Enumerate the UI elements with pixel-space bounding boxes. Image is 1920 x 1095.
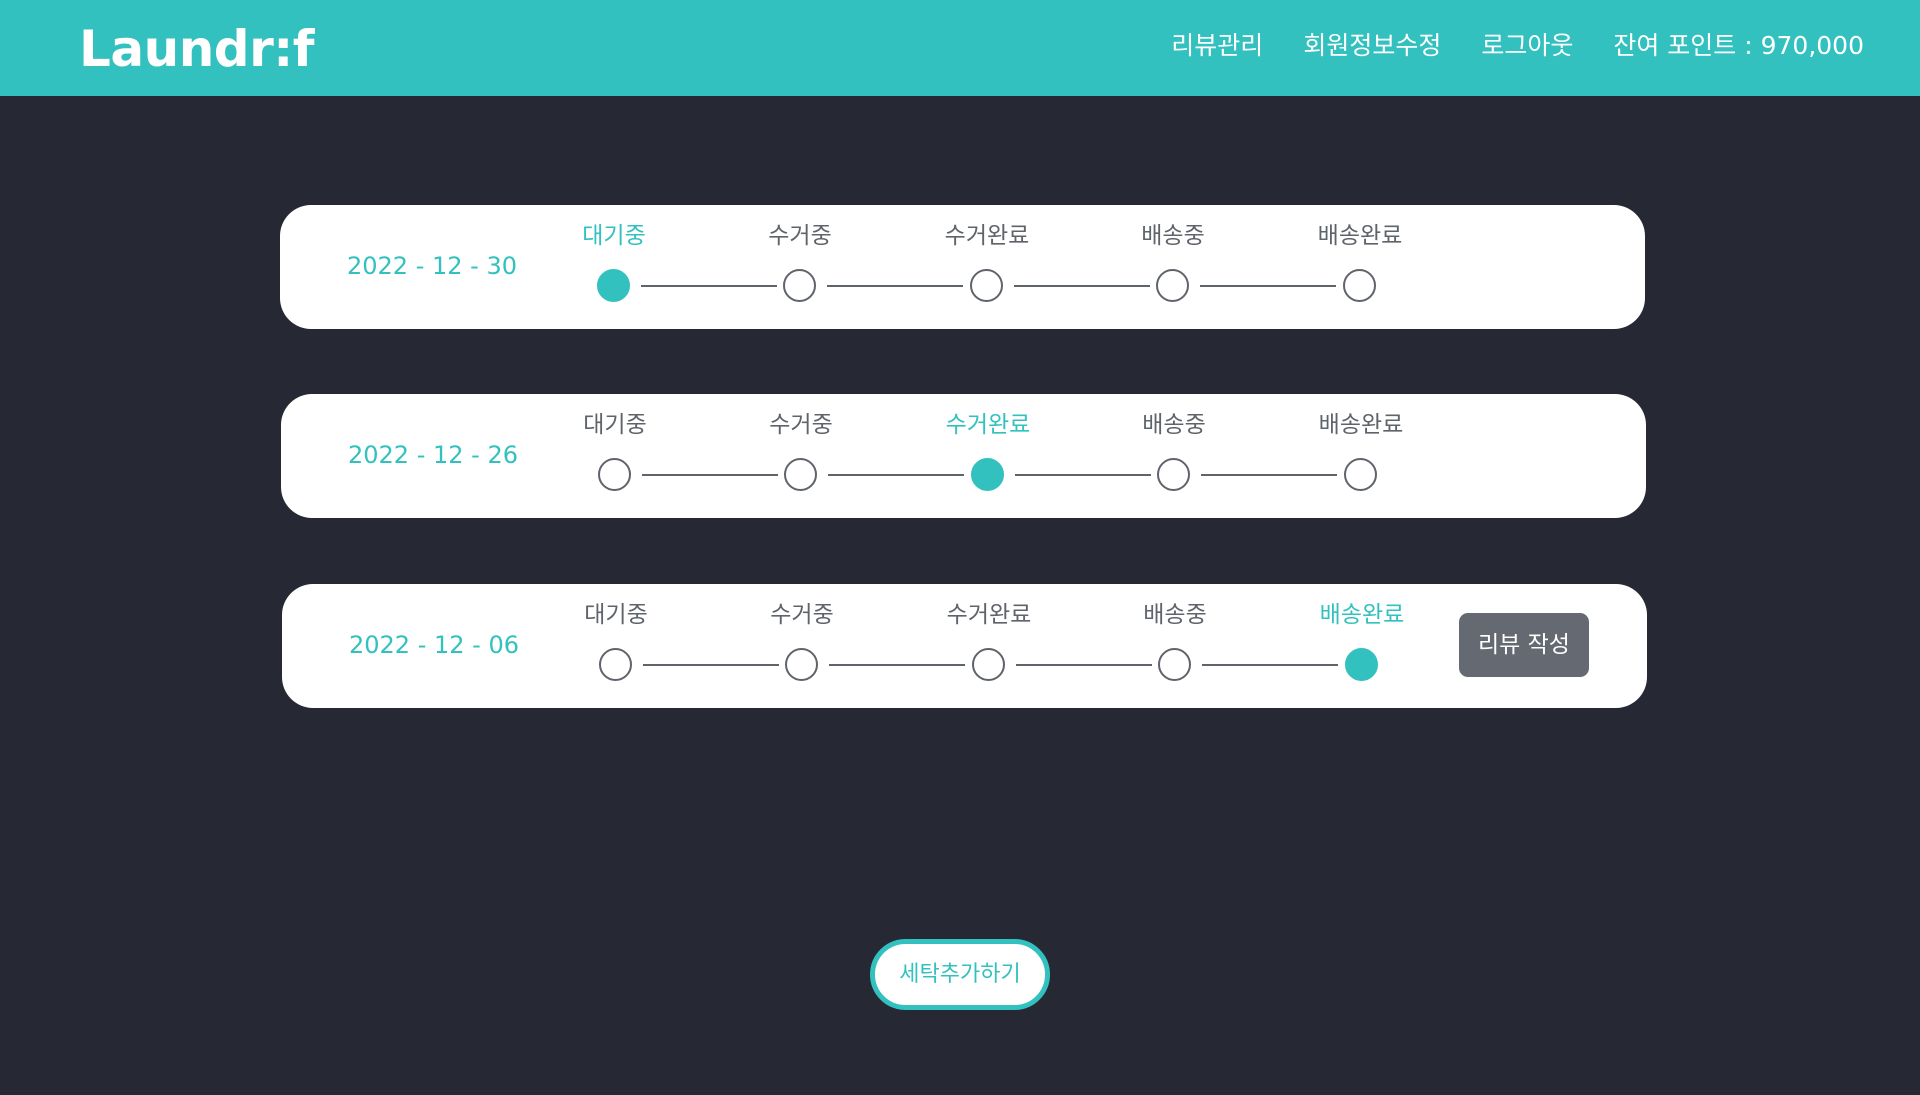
step-indicator: [1343, 269, 1376, 302]
step-connector: [1202, 664, 1338, 666]
step-current-indicator: [971, 458, 1004, 491]
step-connector: [1014, 285, 1150, 287]
step-indicator: [599, 648, 632, 681]
step-label: 배송완료: [1317, 223, 1403, 249]
step-label: 배송중: [1142, 412, 1206, 438]
step-indicator: [785, 648, 818, 681]
step-indicator: [970, 269, 1003, 302]
step-connector: [1015, 474, 1151, 476]
step-label: 수거완료: [946, 602, 1032, 628]
step-current-indicator: [597, 269, 630, 302]
step-connector: [827, 285, 963, 287]
step-indicator: [1156, 269, 1189, 302]
nav-review-manage[interactable]: 리뷰관리: [1171, 26, 1263, 66]
step-current-indicator: [1345, 648, 1378, 681]
step-connector: [828, 474, 964, 476]
step-connector: [641, 285, 777, 287]
step-label: 대기중: [583, 412, 647, 438]
top-nav: 리뷰관리 회원정보수정 로그아웃 잔여 포인트 : 970,000: [1171, 26, 1864, 66]
step-connector: [643, 664, 779, 666]
step-indicator: [598, 458, 631, 491]
step-label: 배송중: [1141, 223, 1205, 249]
nav-logout[interactable]: 로그아웃: [1481, 26, 1573, 66]
order-card: 2022 - 12 - 26 대기중 수거중 수거완료 배송중 배송완료: [281, 394, 1646, 518]
step-connector: [1016, 664, 1152, 666]
step-label: 배송완료: [1318, 412, 1404, 438]
step-label: 대기중: [582, 223, 646, 249]
order-card: 2022 - 12 - 30 대기중 수거중 수거완료 배송중 배송완료: [280, 205, 1645, 329]
step-indicator: [1344, 458, 1377, 491]
write-review-button[interactable]: 리뷰 작성: [1459, 613, 1589, 677]
step-connector: [829, 664, 965, 666]
step-label: 수거중: [769, 412, 833, 438]
step-label: 수거중: [768, 223, 832, 249]
app-logo[interactable]: Laundr:f: [79, 14, 315, 84]
step-label: 수거완료: [945, 412, 1031, 438]
step-connector: [642, 474, 778, 476]
add-laundry-button[interactable]: 세탁추가하기: [870, 939, 1050, 1010]
step-label: 배송중: [1143, 602, 1207, 628]
step-indicator: [1158, 648, 1191, 681]
step-label: 수거완료: [944, 223, 1030, 249]
top-navigation-bar: Laundr:f 리뷰관리 회원정보수정 로그아웃 잔여 포인트 : 970,0…: [0, 0, 1920, 96]
step-connector: [1201, 474, 1337, 476]
nav-edit-profile[interactable]: 회원정보수정: [1303, 26, 1441, 66]
step-label: 수거중: [770, 602, 834, 628]
step-indicator: [784, 458, 817, 491]
remaining-points: 잔여 포인트 : 970,000: [1613, 31, 1864, 60]
order-date: 2022 - 12 - 30: [347, 252, 517, 280]
step-connector: [1200, 285, 1336, 287]
order-date: 2022 - 12 - 06: [349, 631, 519, 659]
order-card: 2022 - 12 - 06 대기중 수거중 수거완료 배송중 배송완료 리뷰 작성: [282, 584, 1647, 708]
step-label: 대기중: [584, 602, 648, 628]
step-label: 배송완료: [1319, 602, 1405, 628]
order-date: 2022 - 12 - 26: [348, 441, 518, 469]
step-indicator: [972, 648, 1005, 681]
step-indicator: [1157, 458, 1190, 491]
step-indicator: [783, 269, 816, 302]
